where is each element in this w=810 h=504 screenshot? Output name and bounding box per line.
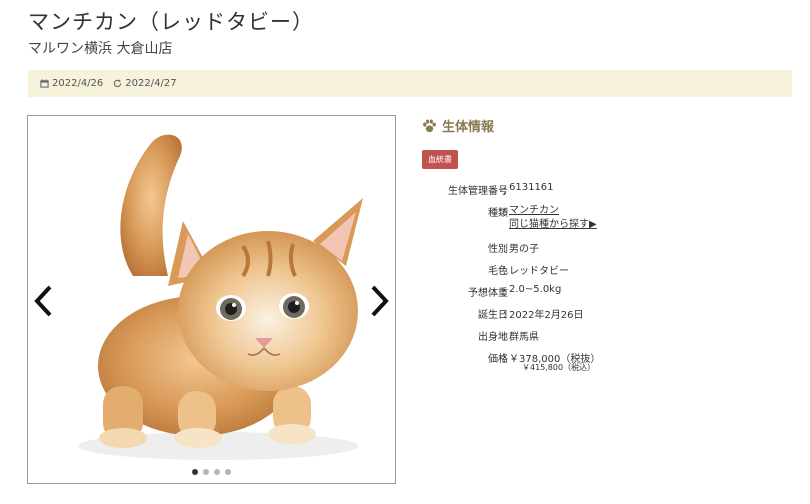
chevron-right-icon	[371, 285, 389, 317]
chevron-left-icon	[34, 285, 52, 317]
slider-prev-button[interactable]	[32, 284, 54, 322]
price-with-tax: ￥415,800（税込）	[522, 363, 596, 372]
same-breed-search-link[interactable]: 同じ猫種から探す▶	[509, 218, 597, 232]
paw-icon	[422, 119, 437, 133]
field-value: 6131161	[509, 182, 554, 193]
breed-link[interactable]: マンチカン	[509, 204, 597, 218]
page-title: マンチカン（レッドタビー）	[28, 10, 314, 34]
slider-dots	[28, 469, 395, 475]
pedigree-badge[interactable]: 血統書	[422, 150, 458, 169]
field-label: 生体管理番号	[448, 186, 508, 197]
field-coat-color: 毛色 ： レッドタビー	[422, 262, 792, 277]
shop-name: マルワン横浜 大倉山店	[28, 41, 173, 57]
photo-slider[interactable]	[27, 115, 396, 484]
slider-dot[interactable]	[192, 469, 198, 475]
slider-dot[interactable]	[203, 469, 209, 475]
field-birthday: 誕生日 ： 2022年2月26日	[422, 306, 792, 321]
field-value: 2022年2月26日	[509, 310, 584, 321]
field-weight: 予想体重 ： 2.0~5.0kg	[468, 284, 562, 299]
pet-info-panel: 生体情報 血統書 生体管理番号 ： 6131161 種類 ： マンチカン 同じ猫…	[422, 116, 792, 372]
info-heading-text: 生体情報	[442, 120, 495, 135]
field-price: 価格 ： ￥378,000（税抜）	[422, 350, 792, 365]
field-value: 男の子	[509, 244, 539, 255]
updated-date-text: 2022/4/27	[125, 78, 177, 89]
slider-dot[interactable]	[214, 469, 220, 475]
posted-date: 2022/4/26	[40, 78, 103, 89]
field-value: レッドタビー	[509, 266, 569, 277]
slider-next-button[interactable]	[369, 284, 391, 322]
refresh-icon	[113, 79, 122, 88]
slider-dot[interactable]	[225, 469, 231, 475]
cat-photo	[78, 134, 363, 460]
field-sex: 性別 ： 男の子	[422, 240, 792, 255]
date-bar: 2022/4/26 2022/4/27	[28, 70, 792, 97]
field-origin: 出身地 ： 群馬県	[422, 328, 792, 343]
calendar-icon	[40, 79, 49, 88]
info-heading: 生体情報	[422, 116, 792, 135]
field-breed: 種類 ： マンチカン 同じ猫種から探す▶	[488, 205, 597, 230]
field-value: 群馬県	[509, 332, 539, 343]
field-value: マンチカン 同じ猫種から探す▶	[509, 204, 597, 232]
posted-date-text: 2022/4/26	[52, 78, 104, 89]
field-value: 2.0~5.0kg	[509, 284, 562, 295]
updated-date: 2022/4/27	[113, 78, 177, 89]
field-id: 生体管理番号 ： 6131161	[448, 182, 554, 197]
